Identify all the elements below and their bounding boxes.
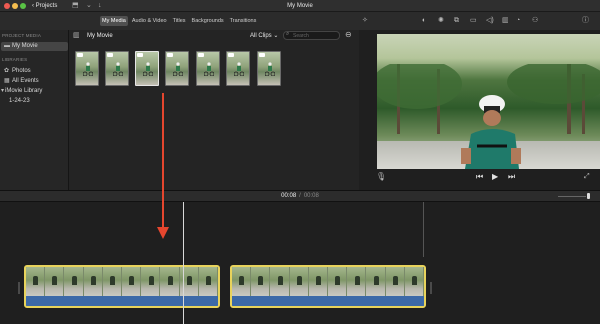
sidebar-item-label: iMovie Library — [5, 88, 43, 94]
info-icon[interactable]: ⓘ — [582, 16, 589, 26]
clip-badge-icon — [137, 53, 143, 57]
volume-icon[interactable]: ◁) — [486, 16, 494, 26]
media-tabs-bar: My Media Audio & Video Titles Background… — [0, 12, 600, 30]
skip-back-icon[interactable]: ⏮︎ — [476, 172, 483, 182]
stabilization-icon[interactable]: ▭ — [470, 16, 477, 26]
timeline-zoom-slider[interactable] — [558, 196, 586, 197]
time-separator: / — [299, 193, 301, 199]
clip-badge-icon — [228, 53, 234, 57]
noise-reduction-icon[interactable]: ▥ — [502, 16, 509, 26]
media-clip[interactable] — [105, 51, 129, 86]
media-clip[interactable] — [165, 51, 189, 86]
total-time: 00:08 — [303, 193, 319, 199]
media-clip[interactable] — [75, 51, 99, 86]
sidebar-item-imovie-library[interactable]: ▾iMovie Library — [1, 87, 42, 96]
skip-forward-icon[interactable]: ⏭︎ — [508, 172, 515, 182]
sidebar-item-photos[interactable]: ✿ Photos — [4, 67, 31, 76]
cyclist-icon — [143, 62, 153, 76]
cyclist-icon — [83, 62, 93, 76]
clip-badge-icon — [167, 53, 173, 57]
annotation-arrow-head — [157, 227, 169, 239]
cyclist-icon — [113, 62, 123, 76]
cyclist-figure — [461, 95, 521, 169]
clip-badge-icon — [259, 53, 265, 57]
media-clip[interactable] — [257, 51, 281, 86]
clip-badge-icon — [107, 53, 113, 57]
clip-filmstrip — [232, 267, 424, 296]
crop-icon[interactable]: ⧉ — [454, 16, 459, 26]
current-time: 00:08 — [281, 193, 297, 199]
sidebar-item-my-movie[interactable]: ▬ My Movie — [1, 42, 68, 51]
viewer-toolbar: ✧ ◐ ✺ ⧉ ▭ ◁) ▥ ◔ ⚇ ⓘ — [360, 16, 600, 26]
sidebar-item-label: Photos — [12, 68, 31, 74]
media-clip[interactable] — [135, 51, 159, 86]
clip-audio-track[interactable] — [26, 296, 218, 306]
settings-icon[interactable]: ⊖ — [345, 30, 352, 40]
browser-title: My Movie — [87, 33, 113, 39]
sidebar-item-label: My Movie — [12, 43, 38, 49]
search-field[interactable]: ⌕ — [283, 31, 340, 40]
color-correction-icon[interactable]: ✺ — [438, 16, 444, 26]
clip-filmstrip — [26, 267, 218, 296]
events-icon: ▦ — [4, 78, 10, 84]
search-icon: ⌕ — [286, 31, 290, 37]
sidebar-item-label: 1-24-23 — [9, 98, 30, 104]
tab-my-media[interactable]: My Media — [100, 16, 128, 26]
timeline-clip[interactable] — [230, 265, 426, 308]
cyclist-icon — [234, 62, 244, 76]
play-icon[interactable]: ▶ — [492, 172, 498, 182]
media-tabs: My Media Audio & Video Titles Background… — [100, 16, 258, 26]
chevron-updown-icon: ⌄ — [273, 33, 279, 39]
filter-label: All Clips — [250, 33, 272, 39]
tab-transitions[interactable]: Transitions — [228, 16, 259, 26]
photos-icon: ✿ — [4, 68, 10, 74]
viewer-panel: 🎙︎ ⏮︎ ▶ ⏭︎ ⤢ — [359, 30, 600, 190]
sidebar-item-event[interactable]: 1-24-23 — [9, 97, 30, 106]
browser-header: ▥ My Movie All Clips ⌄ ⌕ ⊖ — [69, 30, 359, 42]
media-clip[interactable] — [196, 51, 220, 86]
clip-audio-track[interactable] — [232, 296, 424, 306]
sidebar-item-all-events[interactable]: ▦ All Events — [4, 77, 39, 86]
clip-badge-icon — [77, 53, 83, 57]
microphone-icon[interactable]: 🎙︎ — [376, 172, 386, 182]
tab-backgrounds[interactable]: Backgrounds — [190, 16, 226, 26]
timecode-display: 00:08/00:08 — [0, 192, 600, 201]
cyclist-icon — [265, 62, 275, 76]
imovie-window: ‹ Projects ⬒ ⌄ ↓ My Movie My Media Audio… — [0, 0, 600, 324]
speed-icon[interactable]: ◔ — [516, 16, 520, 26]
sidebar-toggle-icon[interactable]: ▥ — [73, 31, 80, 41]
project-media-heading: PROJECT MEDIA — [2, 33, 42, 38]
timeline-edge-handle[interactable] — [430, 282, 432, 294]
title-bar: ‹ Projects ⬒ ⌄ ↓ My Movie — [0, 0, 600, 12]
video-preview[interactable] — [377, 34, 600, 169]
annotation-arrow — [162, 93, 164, 229]
cyclist-icon — [173, 62, 183, 76]
zoom-slider-knob[interactable] — [587, 193, 590, 199]
timeline-clip[interactable] — [24, 265, 220, 308]
end-marker — [423, 202, 424, 257]
sidebar-item-label: All Events — [12, 78, 39, 84]
timeline[interactable] — [0, 202, 600, 324]
timeline-header: 00:08/00:08 — [0, 190, 600, 202]
media-browser: ▥ My Movie All Clips ⌄ ⌕ ⊖ — [69, 30, 359, 190]
cyclist-icon — [204, 62, 214, 76]
tab-titles[interactable]: Titles — [171, 16, 188, 26]
color-balance-icon[interactable]: ◐ — [422, 16, 426, 26]
tab-audio-video[interactable]: Audio & Video — [130, 16, 169, 26]
clip-filter-icon[interactable]: ⚇ — [532, 16, 538, 26]
fullscreen-icon[interactable]: ⤢ — [584, 172, 590, 182]
media-clip[interactable] — [226, 51, 250, 86]
timeline-edge-handle[interactable] — [18, 282, 20, 294]
magic-wand-icon[interactable]: ✧ — [362, 16, 368, 26]
libraries-sidebar: PROJECT MEDIA ▬ My Movie LIBRARIES ✿ Photo… — [0, 30, 69, 190]
film-icon: ▬ — [4, 43, 10, 49]
window-title: My Movie — [287, 3, 313, 9]
search-input[interactable] — [293, 32, 339, 39]
clip-badge-icon — [198, 53, 204, 57]
playhead[interactable] — [183, 202, 184, 324]
clip-filter-select[interactable]: All Clips ⌄ — [250, 31, 278, 41]
libraries-heading: LIBRARIES — [2, 57, 28, 62]
